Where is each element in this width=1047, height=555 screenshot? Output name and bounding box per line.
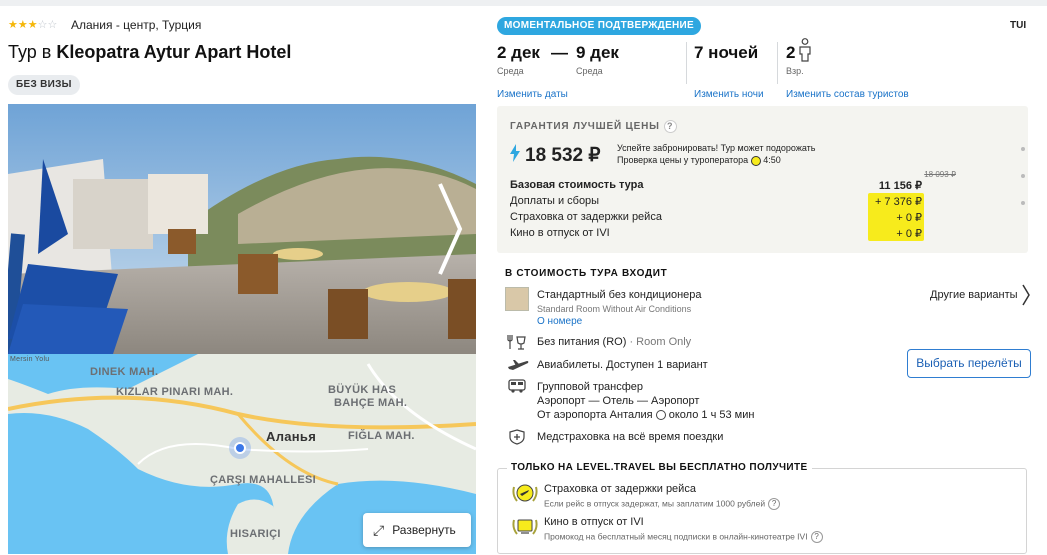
flights-info: Авиабилеты. Доступен 1 вариант <box>537 359 708 371</box>
room-thumbnail[interactable] <box>505 287 529 311</box>
price-note: Успейте забронировать! Тур может подорож… <box>617 143 816 166</box>
hotel-photo[interactable] <box>8 104 476 354</box>
airplane-icon <box>508 360 529 370</box>
change-dates-link[interactable]: Изменить даты <box>497 89 568 100</box>
person-icon <box>799 38 811 62</box>
row-insurance-value: + 0 ₽ <box>896 212 922 224</box>
map-label-dinek: DINEK MAH. <box>90 366 159 378</box>
meal-icon <box>507 335 526 350</box>
transfer-route: Аэропорт — Отель — Аэропорт <box>537 395 700 407</box>
promo-box: ТОЛЬКО НА LEVEL.TRAVEL ВЫ БЕСПЛАТНО ПОЛУ… <box>497 462 1027 554</box>
row-cinema-value: + 0 ₽ <box>896 228 922 240</box>
help-icon[interactable]: ? <box>768 498 781 510</box>
row-fees-value: + 7 376 ₽ <box>874 196 922 208</box>
change-tourists-link[interactable]: Изменить состав туристов <box>786 89 909 100</box>
price-timer: 4:50 <box>763 155 781 165</box>
day-from: Среда <box>497 66 524 76</box>
med-insurance: Медстраховка на всё время поездки <box>537 431 724 443</box>
map-label-kizlar: KIZLAR PINARI MAH. <box>116 386 234 398</box>
room-name-en: Standard Room Without Air Conditions <box>537 304 692 314</box>
hotel-stars: ★★★☆☆ <box>8 19 58 31</box>
cinema-medal-icon <box>512 519 538 535</box>
date-to[interactable]: 9 дек <box>576 43 619 63</box>
hotel-map[interactable]: DINEK MAH. KIZLAR PINARI MAH. BÜYÜK HAS … <box>8 354 476 554</box>
map-label-hisarici: HISARIÇI <box>230 528 281 540</box>
meal-plan: Без питания (RO) · Room Only <box>537 336 692 348</box>
row-insurance-label: Страховка от задержки рейса <box>510 211 662 223</box>
map-label-city: Аланья <box>266 429 317 444</box>
row-base-label: Базовая стоимость тура <box>510 179 644 191</box>
date-from[interactable]: 2 дек <box>497 43 540 63</box>
chevron-right-icon[interactable] <box>1021 284 1031 306</box>
other-variants-link[interactable]: Другие варианты <box>930 289 1018 301</box>
instant-confirm-badge: МОМЕНТАЛЬНОЕ ПОДТВЕРЖДЕНИЕ <box>497 17 702 35</box>
change-nights-link[interactable]: Изменить ночи <box>694 89 764 100</box>
promo-item1-title: Страховка от задержки рейса <box>544 483 696 495</box>
map-label-bahce: BAHÇE MAH. <box>334 397 408 409</box>
vertical-dots-icon <box>1021 147 1025 205</box>
row-cinema-label: Кино в отпуск от IVI <box>510 227 610 239</box>
help-icon[interactable]: ? <box>663 120 677 133</box>
choose-flights-button[interactable]: Выбрать перелёты <box>907 349 1031 378</box>
timer-icon <box>750 155 761 166</box>
day-to: Среда <box>576 66 603 76</box>
room-name: Стандартный без кондиционера <box>537 289 702 301</box>
bus-icon <box>508 379 526 393</box>
help-icon[interactable]: ? <box>810 531 823 543</box>
tourists-label: Взр. <box>786 66 804 76</box>
total-price: 18 532 ₽ <box>525 145 601 166</box>
hotel-location: Алания - центр, Турция <box>71 18 202 32</box>
promo-item2-title: Кино в отпуск от IVI <box>544 516 644 528</box>
lightning-icon <box>510 144 520 162</box>
clock-icon <box>655 410 666 421</box>
room-info-link[interactable]: О номере <box>537 316 582 327</box>
included-heading: В СТОИМОСТЬ ТУРА ВХОДИТ <box>505 268 668 279</box>
delay-insurance-medal-icon <box>512 484 538 502</box>
transfer-type: Групповой трансфер <box>537 381 644 393</box>
shield-icon <box>509 429 525 445</box>
row-base-value: 11 156 ₽ <box>878 180 922 192</box>
promo-title: ТОЛЬКО НА LEVEL.TRAVEL ВЫ БЕСПЛАТНО ПОЛУ… <box>507 462 812 473</box>
map-label-figla: FIĞLA MAH. <box>348 430 415 442</box>
map-label-carsi: ÇARŞI MAHALLESI <box>210 474 316 486</box>
old-price: 18 093 ₽ <box>924 170 956 179</box>
expand-label: Развернуть <box>392 523 456 537</box>
date-dash: — <box>551 43 568 62</box>
row-fees-label: Доплаты и сборы <box>510 195 600 207</box>
page-title: Тур в Kleopatra Aytur Apart Hotel <box>8 42 292 62</box>
expand-map-button[interactable]: ⤢ Развернуть <box>363 513 471 547</box>
divider <box>686 42 687 84</box>
expand-icon: ⤢ <box>373 521 385 538</box>
transfer-time: От аэропорта Анталия около 1 ч 53 мин <box>537 409 755 421</box>
price-box: ГАРАНТИЯ ЛУЧШЕЙ ЦЕНЫ? 18 532 ₽ Успейте з… <box>497 106 1028 253</box>
promo-item2-sub: Промокод на бесплатный месяц подписки в … <box>544 531 823 543</box>
operator-name: TUI <box>1010 20 1027 31</box>
map-label-buyuk: BÜYÜK HAS <box>328 384 397 396</box>
promo-item1-sub: Если рейс в отпуск задержат, мы заплатим… <box>544 498 781 510</box>
nights-count[interactable]: 7 ночей <box>694 43 758 63</box>
best-price-guarantee: ГАРАНТИЯ ЛУЧШЕЙ ЦЕНЫ? <box>510 120 677 133</box>
map-label-mersin: Mersin Yolu <box>10 356 50 363</box>
visa-badge: БЕЗ ВИЗЫ <box>8 75 80 95</box>
divider <box>777 42 778 84</box>
top-divider <box>0 0 1047 6</box>
tourists-count[interactable]: 2 <box>786 43 795 63</box>
